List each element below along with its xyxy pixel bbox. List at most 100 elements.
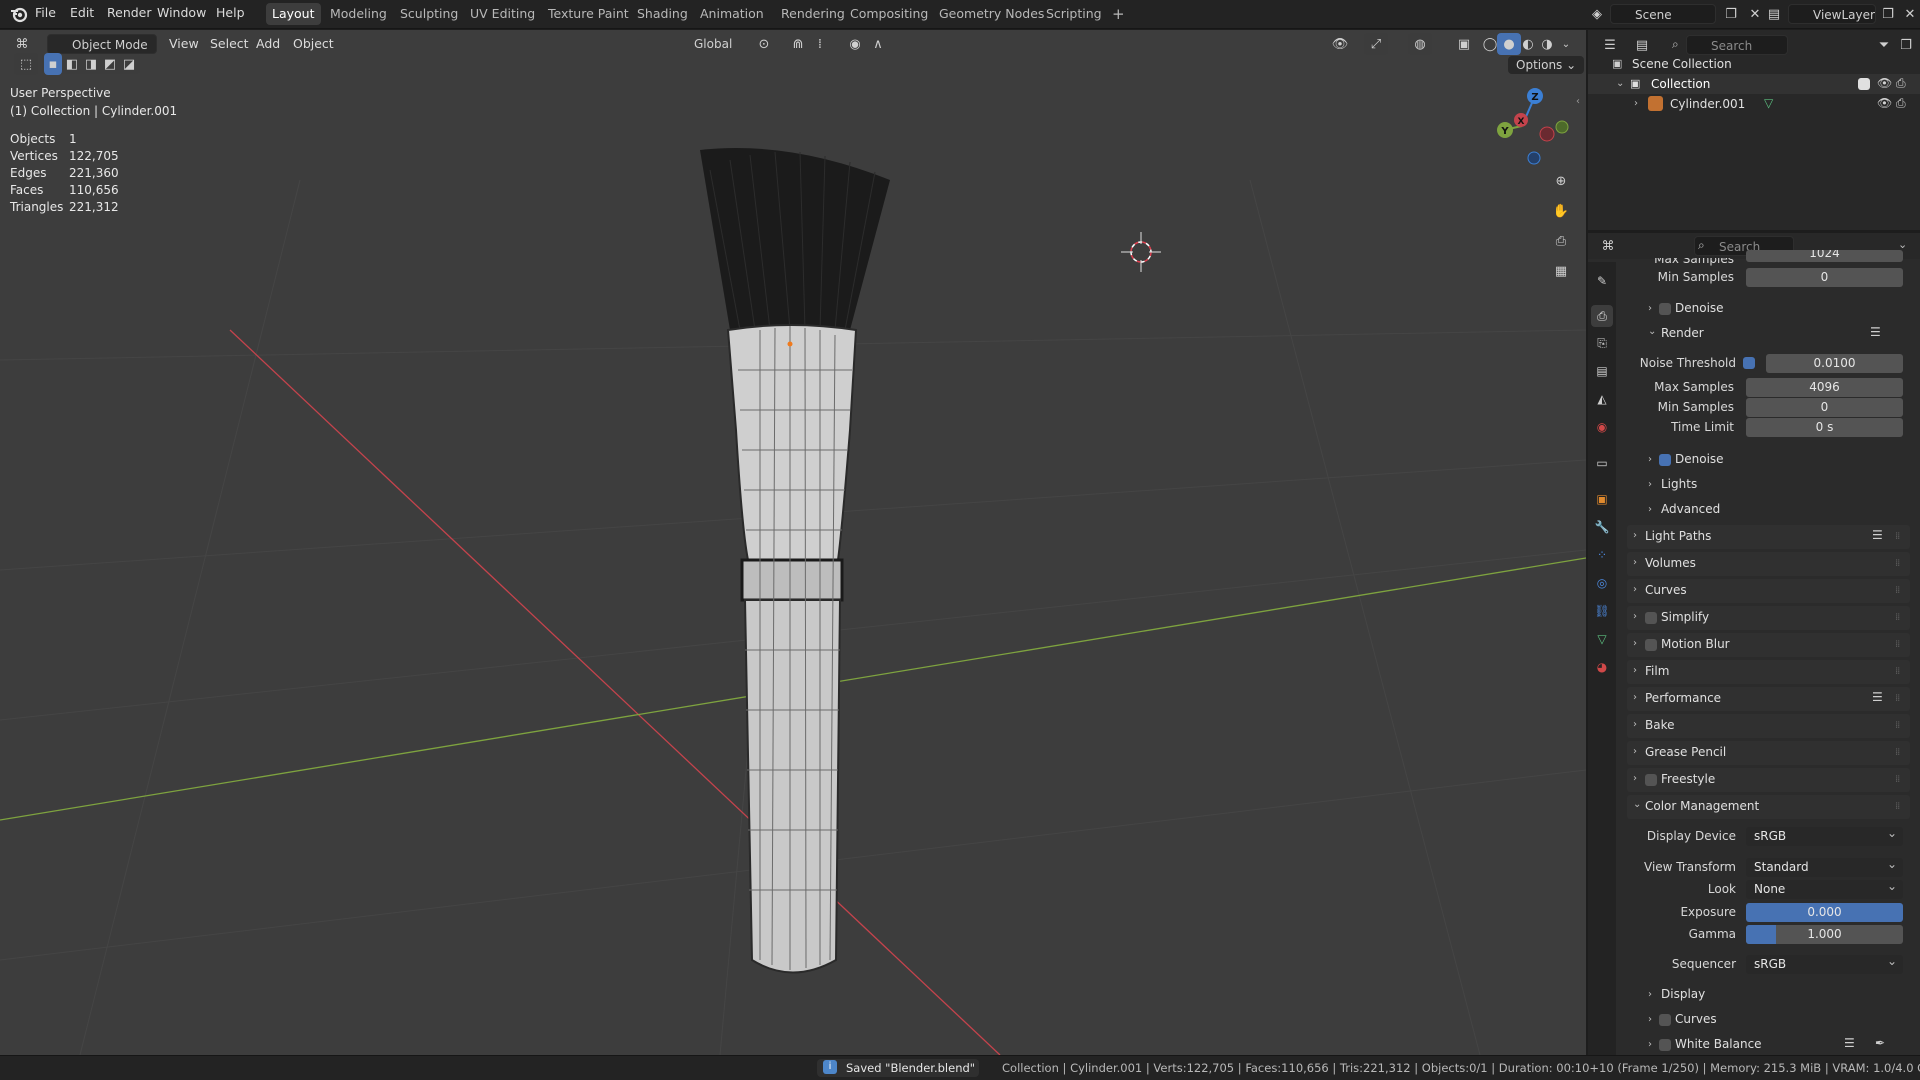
select-invert-icon[interactable]: ◩ — [101, 53, 119, 75]
gizmo-toggle-icon[interactable]: ⤢ — [1364, 33, 1388, 55]
zoom-icon[interactable]: ⊕ — [1549, 170, 1573, 192]
brush-model[interactable] — [700, 148, 890, 974]
snap-icon[interactable]: ⋒ — [786, 33, 810, 55]
panel-curves[interactable]: › Curves ⁞⁞ — [1627, 579, 1910, 603]
tab-texture-paint[interactable]: Texture Paint — [542, 3, 635, 25]
eye-icon[interactable]: 👁 — [1877, 96, 1892, 110]
max-samples-field[interactable]: 4096 — [1746, 378, 1903, 397]
tab-shading[interactable]: Shading — [631, 3, 694, 25]
expand-chevron-icon[interactable]: › — [1648, 303, 1652, 314]
eyedropper-icon[interactable]: ✒ — [1875, 1036, 1885, 1050]
time-limit-field[interactable]: 0 s — [1746, 418, 1903, 437]
display-mode-icon[interactable]: ▤ — [1630, 34, 1654, 56]
scene-tab-icon[interactable]: ◭ — [1591, 388, 1613, 410]
render-camera-icon[interactable]: ⎙ — [1896, 96, 1906, 111]
curves-checkbox[interactable] — [1659, 1014, 1671, 1026]
expand-chevron-icon[interactable]: › — [1648, 504, 1652, 515]
drag-handle-icon[interactable]: ⁞⁞ — [1895, 693, 1900, 704]
presets-icon[interactable]: ☰ — [1870, 325, 1881, 339]
new-collection-icon[interactable]: ❐ — [1894, 34, 1918, 56]
new-scene-icon[interactable]: ❐ — [1719, 3, 1743, 25]
select-intersect-icon[interactable]: ◪ — [120, 53, 138, 75]
mesh-data-icon[interactable]: ▽ — [1764, 96, 1773, 110]
display-device-dropdown[interactable]: sRGB — [1746, 824, 1903, 846]
tab-scripting[interactable]: Scripting — [1040, 3, 1108, 25]
expand-chevron-icon[interactable]: ⌄ — [1648, 326, 1656, 337]
drag-handle-icon[interactable]: ⁞⁞ — [1895, 639, 1900, 650]
remove-view-layer-icon[interactable]: ✕ — [1898, 3, 1920, 25]
shading-options-icon[interactable]: ⌄ — [1554, 33, 1578, 55]
gamma-slider[interactable]: 1.000 — [1746, 925, 1903, 944]
scene-name-field[interactable]: Scene — [1610, 4, 1716, 24]
panel-color-management[interactable]: ⌄ Color Management ⁞⁞ — [1627, 795, 1910, 819]
menu-add[interactable]: Add — [256, 36, 280, 51]
drag-handle-icon[interactable]: ⁞⁞ — [1895, 801, 1900, 812]
properties-editor-type-icon[interactable]: ⌘ — [1596, 235, 1620, 257]
select-tool-icon[interactable]: ⬚ — [14, 53, 38, 75]
tab-sculpting[interactable]: Sculpting — [394, 3, 464, 25]
modifier-tab-icon[interactable]: 🔧 — [1591, 516, 1613, 538]
look-dropdown[interactable]: None — [1746, 877, 1903, 899]
render-subpanel-label[interactable]: Render — [1661, 326, 1704, 340]
tab-animation[interactable]: Animation — [694, 3, 770, 25]
select-new-icon[interactable]: ▪ — [44, 53, 62, 75]
pan-hand-icon[interactable]: ✋ — [1549, 200, 1573, 222]
panel-volumes[interactable]: › Volumes ⁞⁞ — [1627, 552, 1910, 576]
add-workspace-icon[interactable]: + — [1106, 3, 1131, 25]
outliner-row-object[interactable]: › Cylinder.001 ▽ 👁 ⎙ — [1588, 94, 1920, 114]
collection-tab-icon[interactable]: ▭ — [1591, 452, 1613, 474]
panel-bake[interactable]: › Bake ⁞⁞ — [1627, 714, 1910, 738]
denoise-checkbox[interactable] — [1659, 303, 1671, 315]
white-balance-checkbox[interactable] — [1659, 1039, 1671, 1051]
min-samples-field[interactable]: 0 — [1746, 268, 1903, 287]
presets-icon[interactable]: ☰ — [1872, 528, 1883, 542]
select-extend-icon[interactable]: ◧ — [63, 53, 81, 75]
proportional-edit-icon[interactable]: ◉ — [843, 33, 867, 55]
3d-cursor-icon[interactable] — [1121, 232, 1161, 272]
menu-object[interactable]: Object — [293, 36, 334, 51]
drag-handle-icon[interactable]: ⁞⁞ — [1895, 558, 1900, 569]
tab-geometry-nodes[interactable]: Geometry Nodes — [933, 3, 1050, 25]
expand-chevron-icon[interactable]: › — [1648, 1039, 1652, 1050]
camera-view-icon[interactable]: ⎙ — [1549, 230, 1573, 252]
panel-freestyle[interactable]: › Freestyle ⁞⁞ — [1627, 768, 1910, 792]
display-subpanel-label[interactable]: Display — [1661, 987, 1705, 1001]
presets-icon[interactable]: ☰ — [1872, 690, 1883, 704]
blender-logo-icon[interactable] — [9, 5, 29, 23]
samples-field[interactable]: 1024 — [1746, 250, 1903, 262]
menu-file[interactable]: File — [35, 5, 56, 20]
menu-select[interactable]: Select — [210, 36, 249, 51]
drag-handle-icon[interactable]: ⁞⁞ — [1895, 531, 1900, 542]
drag-handle-icon[interactable]: ⁞⁞ — [1895, 774, 1900, 785]
xray-toggle-icon[interactable]: ▣ — [1452, 33, 1476, 55]
physics-tab-icon[interactable]: ◎ — [1591, 572, 1613, 594]
menu-edit[interactable]: Edit — [70, 5, 94, 20]
tab-compositing[interactable]: Compositing — [844, 3, 934, 25]
drag-handle-icon[interactable]: ⁞⁞ — [1895, 720, 1900, 731]
panel-grease-pencil[interactable]: › Grease Pencil ⁞⁞ — [1627, 741, 1910, 765]
outliner-editor-type-icon[interactable]: ☰ — [1598, 34, 1622, 56]
object-tab-icon[interactable]: ▣ — [1591, 488, 1613, 510]
snap-target-icon[interactable]: ⁞ — [808, 33, 832, 55]
filter-icon[interactable]: ⏷ — [1872, 34, 1896, 56]
transform-orientation[interactable]: Global — [670, 34, 746, 54]
save-report[interactable]: i Saved "Blender.blend" — [817, 1059, 979, 1077]
outliner-row-scene-collection[interactable]: ▣ Scene Collection — [1588, 54, 1920, 74]
tab-rendering[interactable]: Rendering — [775, 3, 851, 25]
editor-type-icon[interactable]: ⌘ — [10, 33, 34, 55]
material-tab-icon[interactable]: ◕ — [1591, 656, 1613, 678]
select-subtract-icon[interactable]: ◨ — [82, 53, 100, 75]
output-tab-icon[interactable]: ⎘ — [1591, 332, 1613, 354]
scene-selector-icon[interactable]: ◈ — [1585, 3, 1609, 25]
visibility-icon[interactable]: 👁 — [1328, 33, 1352, 55]
new-view-layer-icon[interactable]: ❐ — [1876, 3, 1900, 25]
panel-motion-blur[interactable]: › Motion Blur ⁞⁞ — [1627, 633, 1910, 657]
tool-tab-icon[interactable]: ✎ — [1591, 270, 1613, 292]
noise-threshold-checkbox[interactable] — [1743, 357, 1755, 369]
motion-blur-checkbox[interactable] — [1645, 639, 1657, 651]
constraints-tab-icon[interactable]: ⛓ — [1591, 600, 1613, 622]
denoise-checkbox[interactable] — [1659, 454, 1671, 466]
outliner-search-input[interactable]: Search — [1686, 35, 1788, 55]
lights-subpanel-label[interactable]: Lights — [1661, 477, 1697, 491]
min-samples-field[interactable]: 0 — [1746, 398, 1903, 417]
